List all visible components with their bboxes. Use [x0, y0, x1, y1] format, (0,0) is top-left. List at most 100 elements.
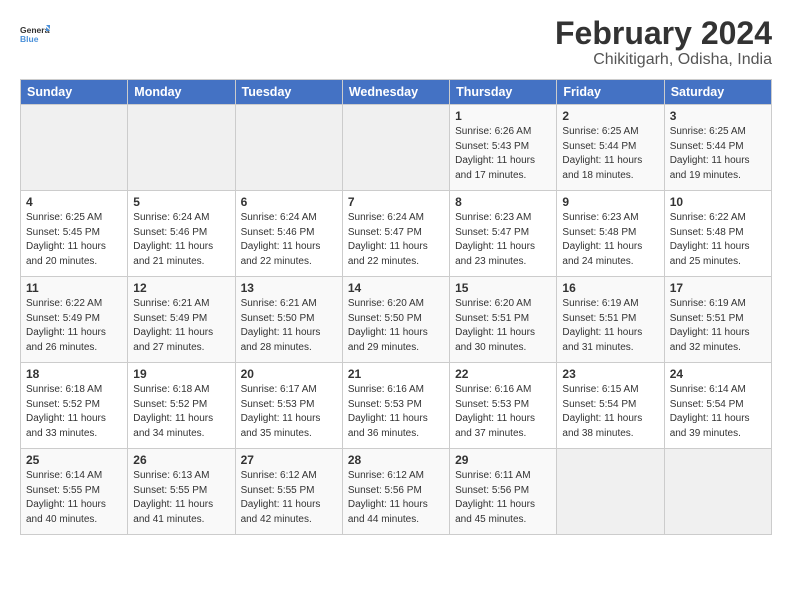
- svg-text:General: General: [20, 25, 50, 35]
- day-cell: 8 Sunrise: 6:23 AM Sunset: 5:47 PM Daylig…: [450, 191, 557, 277]
- week-row-4: 18 Sunrise: 6:18 AM Sunset: 5:52 PM Dayli…: [21, 363, 772, 449]
- day-cell: [557, 449, 664, 535]
- day-cell: 26 Sunrise: 6:13 AM Sunset: 5:55 PM Dayli…: [128, 449, 235, 535]
- day-number: 8: [455, 195, 551, 209]
- day-cell: 4 Sunrise: 6:25 AM Sunset: 5:45 PM Daylig…: [21, 191, 128, 277]
- day-cell: 12Sunrise: 6:21 AM Sunset: 5:49 PM Dayli…: [128, 277, 235, 363]
- calendar-subtitle: Chikitigarh, Odisha, India: [555, 51, 772, 69]
- day-number: 13: [241, 281, 337, 295]
- day-number: 6: [241, 195, 337, 209]
- day-cell: 21 Sunrise: 6:16 AM Sunset: 5:53 PM Dayli…: [342, 363, 449, 449]
- page: General Blue February 2024 Chikitigarh, …: [0, 0, 792, 612]
- day-info: Sunrise: 6:12 AM Sunset: 5:56 PM Dayligh…: [348, 469, 444, 527]
- header-day-wednesday: Wednesday: [342, 80, 449, 105]
- day-cell: 18 Sunrise: 6:18 AM Sunset: 5:52 PM Dayli…: [21, 363, 128, 449]
- day-info: Sunrise: 6:22 AM Sunset: 5:49 PM Dayligh…: [26, 297, 122, 355]
- day-info: Sunrise: 6:22 AM Sunset: 5:48 PM Dayligh…: [670, 211, 766, 269]
- header: General Blue February 2024 Chikitigarh, …: [20, 16, 772, 69]
- day-number: 10: [670, 195, 766, 209]
- day-info: Sunrise: 6:23 AM Sunset: 5:47 PM Dayligh…: [455, 211, 551, 269]
- day-cell: 22 Sunrise: 6:16 AM Sunset: 5:53 PM Dayli…: [450, 363, 557, 449]
- logo-svg: General Blue: [20, 16, 50, 52]
- day-cell: 29 Sunrise: 6:11 AM Sunset: 5:56 PM Dayli…: [450, 449, 557, 535]
- day-info: Sunrise: 6:25 AM Sunset: 5:44 PM Dayligh…: [670, 125, 766, 183]
- day-cell: [235, 105, 342, 191]
- day-cell: 1 Sunrise: 6:26 AM Sunset: 5:43 PM Daylig…: [450, 105, 557, 191]
- day-number: 4: [26, 195, 122, 209]
- day-cell: [21, 105, 128, 191]
- day-info: Sunrise: 6:14 AM Sunset: 5:54 PM Dayligh…: [670, 383, 766, 441]
- day-cell: 16 Sunrise: 6:19 AM Sunset: 5:51 PM Dayli…: [557, 277, 664, 363]
- day-info: Sunrise: 6:16 AM Sunset: 5:53 PM Dayligh…: [455, 383, 551, 441]
- header-day-sunday: Sunday: [21, 80, 128, 105]
- day-info: Sunrise: 6:24 AM Sunset: 5:46 PM Dayligh…: [241, 211, 337, 269]
- day-number: 11: [26, 281, 122, 295]
- day-info: Sunrise: 6:24 AM Sunset: 5:47 PM Dayligh…: [348, 211, 444, 269]
- day-number: 1: [455, 109, 551, 123]
- day-number: 9: [562, 195, 658, 209]
- week-row-5: 25Sunrise: 6:14 AM Sunset: 5:55 PM Dayli…: [21, 449, 772, 535]
- day-number: 19: [133, 367, 229, 381]
- day-cell: 11 Sunrise: 6:22 AM Sunset: 5:49 PM Dayli…: [21, 277, 128, 363]
- day-number: 15: [455, 281, 551, 295]
- day-cell: 13 Sunrise: 6:21 AM Sunset: 5:50 PM Dayli…: [235, 277, 342, 363]
- day-number: 22: [455, 367, 551, 381]
- day-number: 26: [133, 453, 229, 467]
- day-number: 16: [562, 281, 658, 295]
- day-info: Sunrise: 6:23 AM Sunset: 5:48 PM Dayligh…: [562, 211, 658, 269]
- week-row-1: 1 Sunrise: 6:26 AM Sunset: 5:43 PM Daylig…: [21, 105, 772, 191]
- day-number: 27: [241, 453, 337, 467]
- day-info: Sunrise: 6:25 AM Sunset: 5:45 PM Dayligh…: [26, 211, 122, 269]
- day-number: 21: [348, 367, 444, 381]
- header-row: SundayMondayTuesdayWednesdayThursdayFrid…: [21, 80, 772, 105]
- day-cell: 5 Sunrise: 6:24 AM Sunset: 5:46 PM Daylig…: [128, 191, 235, 277]
- day-info: Sunrise: 6:20 AM Sunset: 5:51 PM Dayligh…: [455, 297, 551, 355]
- logo: General Blue: [20, 16, 50, 52]
- day-cell: 28Sunrise: 6:12 AM Sunset: 5:56 PM Dayli…: [342, 449, 449, 535]
- day-info: Sunrise: 6:13 AM Sunset: 5:55 PM Dayligh…: [133, 469, 229, 527]
- day-cell: 10 Sunrise: 6:22 AM Sunset: 5:48 PM Dayli…: [664, 191, 771, 277]
- day-number: 17: [670, 281, 766, 295]
- header-day-tuesday: Tuesday: [235, 80, 342, 105]
- day-info: Sunrise: 6:24 AM Sunset: 5:46 PM Dayligh…: [133, 211, 229, 269]
- day-cell: 6 Sunrise: 6:24 AM Sunset: 5:46 PM Daylig…: [235, 191, 342, 277]
- header-day-thursday: Thursday: [450, 80, 557, 105]
- day-number: 5: [133, 195, 229, 209]
- calendar-title: February 2024: [555, 16, 772, 51]
- day-info: Sunrise: 6:20 AM Sunset: 5:50 PM Dayligh…: [348, 297, 444, 355]
- day-number: 7: [348, 195, 444, 209]
- calendar-table: SundayMondayTuesdayWednesdayThursdayFrid…: [20, 79, 772, 535]
- header-day-friday: Friday: [557, 80, 664, 105]
- day-cell: [664, 449, 771, 535]
- week-row-2: 4 Sunrise: 6:25 AM Sunset: 5:45 PM Daylig…: [21, 191, 772, 277]
- day-info: Sunrise: 6:25 AM Sunset: 5:44 PM Dayligh…: [562, 125, 658, 183]
- day-number: 3: [670, 109, 766, 123]
- day-number: 23: [562, 367, 658, 381]
- day-info: Sunrise: 6:15 AM Sunset: 5:54 PM Dayligh…: [562, 383, 658, 441]
- day-info: Sunrise: 6:21 AM Sunset: 5:50 PM Dayligh…: [241, 297, 337, 355]
- day-cell: 2Sunrise: 6:25 AM Sunset: 5:44 PM Daylig…: [557, 105, 664, 191]
- day-info: Sunrise: 6:11 AM Sunset: 5:56 PM Dayligh…: [455, 469, 551, 527]
- day-info: Sunrise: 6:19 AM Sunset: 5:51 PM Dayligh…: [562, 297, 658, 355]
- day-cell: 23 Sunrise: 6:15 AM Sunset: 5:54 PM Dayli…: [557, 363, 664, 449]
- day-number: 24: [670, 367, 766, 381]
- day-info: Sunrise: 6:18 AM Sunset: 5:52 PM Dayligh…: [26, 383, 122, 441]
- day-number: 12: [133, 281, 229, 295]
- day-cell: 24 Sunrise: 6:14 AM Sunset: 5:54 PM Dayli…: [664, 363, 771, 449]
- day-info: Sunrise: 6:12 AM Sunset: 5:55 PM Dayligh…: [241, 469, 337, 527]
- day-number: 29: [455, 453, 551, 467]
- day-cell: 14 Sunrise: 6:20 AM Sunset: 5:50 PM Dayli…: [342, 277, 449, 363]
- day-cell: [342, 105, 449, 191]
- title-block: February 2024 Chikitigarh, Odisha, India: [555, 16, 772, 69]
- day-cell: 20Sunrise: 6:17 AM Sunset: 5:53 PM Dayli…: [235, 363, 342, 449]
- day-info: Sunrise: 6:26 AM Sunset: 5:43 PM Dayligh…: [455, 125, 551, 183]
- day-number: 18: [26, 367, 122, 381]
- day-cell: 19Sunrise: 6:18 AM Sunset: 5:52 PM Dayli…: [128, 363, 235, 449]
- day-number: 14: [348, 281, 444, 295]
- day-cell: 25Sunrise: 6:14 AM Sunset: 5:55 PM Dayli…: [21, 449, 128, 535]
- day-cell: [128, 105, 235, 191]
- day-info: Sunrise: 6:16 AM Sunset: 5:53 PM Dayligh…: [348, 383, 444, 441]
- day-cell: 17Sunrise: 6:19 AM Sunset: 5:51 PM Dayli…: [664, 277, 771, 363]
- header-day-saturday: Saturday: [664, 80, 771, 105]
- day-cell: 9 Sunrise: 6:23 AM Sunset: 5:48 PM Daylig…: [557, 191, 664, 277]
